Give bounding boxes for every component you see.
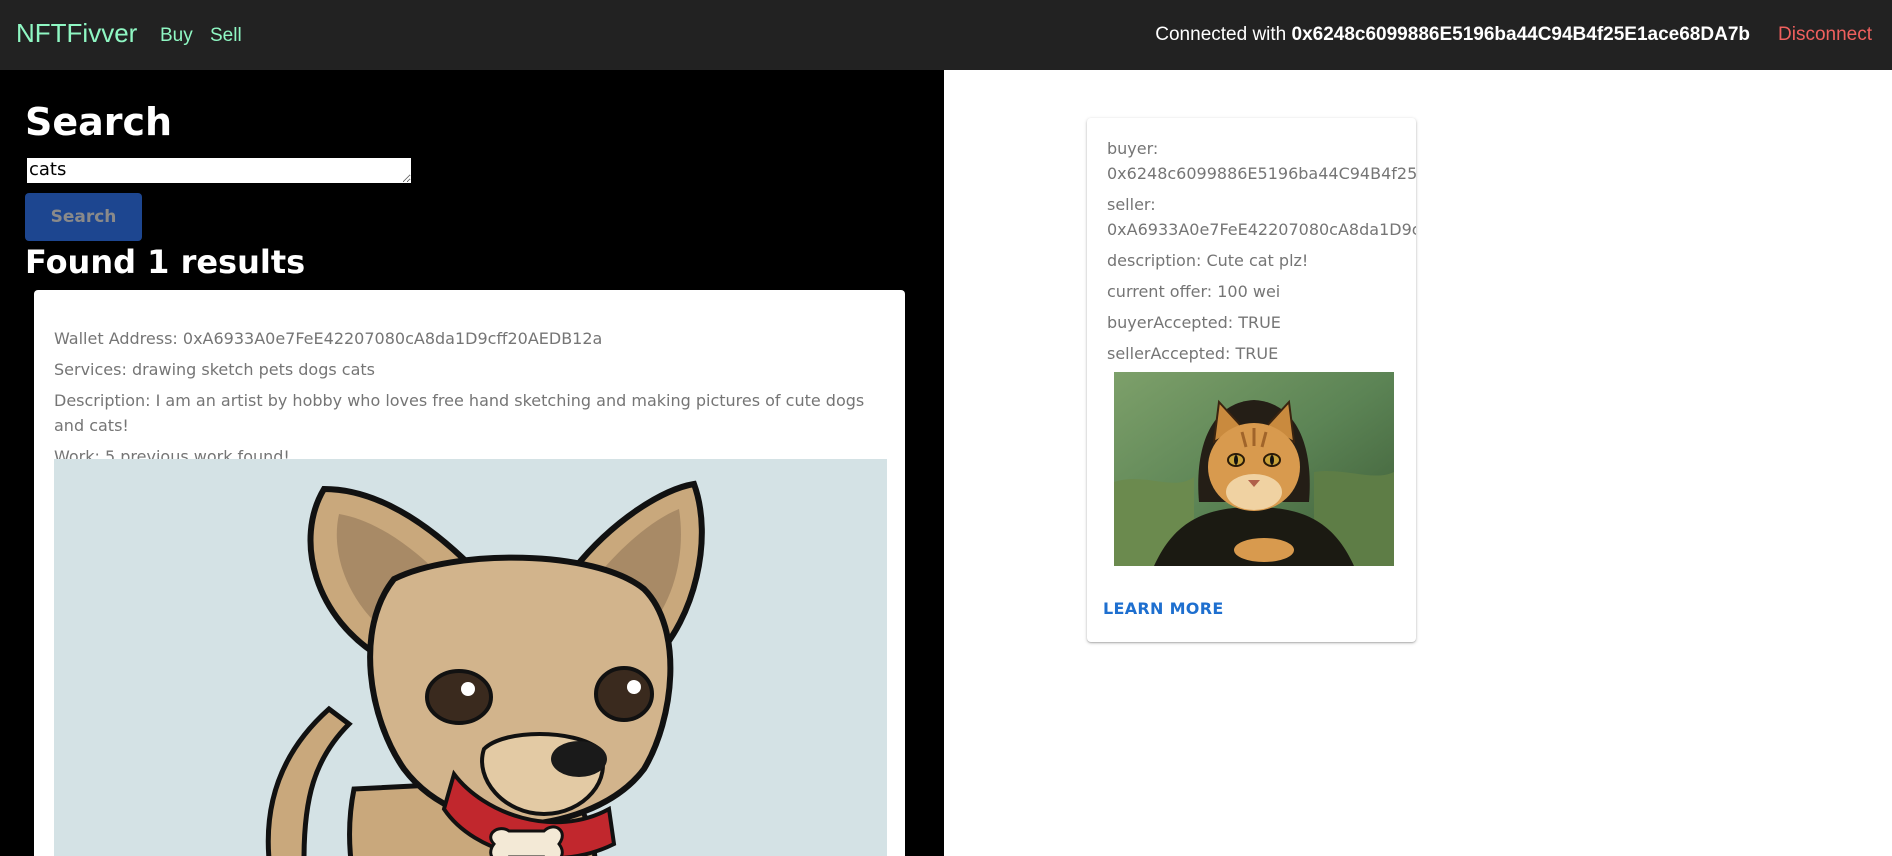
search-input[interactable]: cats <box>25 156 413 185</box>
seller-accepted: sellerAccepted: TRUE <box>1107 344 1279 363</box>
search-title: Search <box>25 100 173 144</box>
nav-link-sell[interactable]: Sell <box>210 25 242 47</box>
nav-link-buy[interactable]: Buy <box>160 25 193 47</box>
seller-wallet-address: Wallet Address: 0xA6933A0e7FeE42207080cA… <box>54 329 603 348</box>
seller-label: seller: <box>1107 195 1156 214</box>
brand-logo[interactable]: NFTFivver <box>16 18 137 49</box>
connection-status: Connected with 0x6248c6099886E5196ba44C9… <box>1155 24 1750 46</box>
search-panel: Search cats Search Found 1 results Walle… <box>0 70 944 856</box>
results-heading: Found 1 results <box>25 243 306 281</box>
job-panel: buyer: 0x6248c6099886E5196ba44C94B4f25E1… <box>944 70 1892 856</box>
learn-more-button[interactable]: LEARN MORE <box>1103 599 1224 618</box>
search-button[interactable]: Search <box>25 193 142 241</box>
chihuahua-artwork-image <box>54 459 887 856</box>
connected-label: Connected with <box>1155 24 1292 45</box>
disconnect-button[interactable]: Disconnect <box>1778 24 1872 46</box>
connected-address: 0x6248c6099886E5196ba44C94B4f25E1ace68DA… <box>1291 24 1750 45</box>
cat-mona-lisa-image <box>1114 372 1394 566</box>
buyer-accepted: buyerAccepted: TRUE <box>1107 313 1281 332</box>
seller-address: 0xA6933A0e7FeE42207080cA8da1D9cff20AEDB1… <box>1107 220 1416 239</box>
seller-services: Services: drawing sketch pets dogs cats <box>54 360 375 379</box>
job-card: buyer: 0x6248c6099886E5196ba44C94B4f25E1… <box>1087 118 1416 642</box>
buyer-label: buyer: <box>1107 139 1159 158</box>
current-offer: current offer: 100 wei <box>1107 282 1281 301</box>
job-description: description: Cute cat plz! <box>1107 251 1309 270</box>
navbar: NFTFivver Buy Sell Connected with 0x6248… <box>0 0 1892 70</box>
buyer-address: 0x6248c6099886E5196ba44C94B4f25E1ace68DA… <box>1107 164 1416 183</box>
seller-description: Description: I am an artist by hobby who… <box>54 391 865 435</box>
